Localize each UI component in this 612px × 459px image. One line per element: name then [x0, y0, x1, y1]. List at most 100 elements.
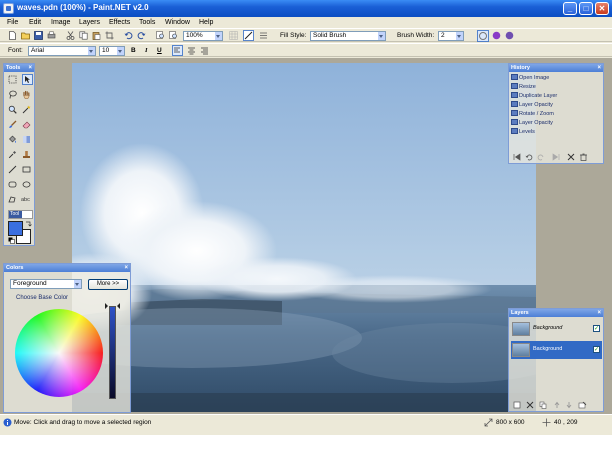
eraser-icon[interactable] [22, 120, 31, 129]
zoom-select[interactable]: 100% [183, 31, 223, 41]
line-style-icon[interactable] [259, 31, 268, 40]
tools-panel-header[interactable]: Tools × [4, 64, 34, 72]
history-item[interactable]: Layer Opacity [511, 101, 599, 110]
rectangle-tool-icon[interactable] [22, 165, 31, 174]
layer-visibility-checkbox[interactable]: ✓ [593, 346, 600, 353]
colors-panel-header[interactable]: Colors × [4, 264, 130, 272]
lasso-icon[interactable] [8, 90, 17, 99]
close-icon[interactable]: × [597, 309, 601, 317]
value-slider[interactable] [109, 306, 116, 399]
line-tool-icon[interactable] [8, 165, 17, 174]
more-colors-button[interactable]: More >> [88, 279, 128, 290]
clone-stamp-icon[interactable] [22, 150, 31, 159]
image-canvas[interactable] [72, 63, 536, 412]
close-icon[interactable]: × [597, 64, 601, 72]
layer-visibility-checkbox[interactable]: ✓ [593, 325, 600, 332]
undo-icon[interactable] [124, 31, 133, 40]
maximize-button[interactable]: □ [579, 2, 593, 15]
move-layer-up-icon[interactable] [554, 401, 560, 409]
font-size-select[interactable]: 10 [99, 46, 125, 56]
history-item[interactable]: Resize [511, 83, 599, 92]
brush-width-select[interactable]: 2 [438, 31, 464, 41]
close-icon[interactable]: × [124, 264, 128, 272]
swap-colors-icon[interactable] [25, 221, 33, 228]
history-item[interactable]: Levels [511, 128, 599, 137]
trash-icon[interactable] [580, 153, 587, 161]
text-tool-button[interactable]: abc [21, 196, 33, 205]
layer-row[interactable]: Background ✓ [511, 320, 602, 338]
reset-colors-icon[interactable] [8, 237, 15, 244]
italic-button[interactable]: I [145, 46, 148, 56]
gradient-icon[interactable] [22, 135, 31, 144]
menu-layers[interactable]: Layers [79, 17, 100, 28]
grid-icon[interactable] [229, 31, 238, 40]
copy-icon[interactable] [79, 31, 88, 40]
magnifier-icon[interactable] [8, 105, 17, 114]
menu-effects[interactable]: Effects [109, 17, 130, 28]
zoom-out-icon[interactable] [169, 31, 178, 40]
color-wheel[interactable] [15, 309, 103, 397]
new-file-icon[interactable] [8, 31, 17, 40]
fast-forward-icon[interactable] [552, 153, 560, 161]
rewind-icon[interactable] [513, 153, 521, 161]
slider-handle-icon[interactable] [105, 303, 120, 309]
primary-color-swatch[interactable] [8, 221, 23, 236]
menu-window[interactable]: Window [165, 17, 190, 28]
layer-row-selected[interactable]: Background ✓ [511, 341, 602, 359]
minimize-button[interactable]: _ [563, 2, 577, 15]
pan-hand-icon[interactable] [22, 90, 31, 99]
bold-button[interactable]: B [131, 46, 136, 56]
pencil-tool-icon[interactable] [243, 30, 254, 41]
underline-button[interactable]: U [157, 46, 162, 56]
cut-icon[interactable] [66, 31, 75, 40]
align-center-icon[interactable] [187, 46, 196, 55]
align-left-icon[interactable] [172, 45, 183, 56]
layers-panel-header[interactable]: Layers × [509, 309, 603, 317]
menu-image[interactable]: Image [51, 17, 70, 28]
rectangle-select-icon[interactable] [8, 75, 17, 84]
delete-icon[interactable] [567, 153, 575, 161]
title-bar[interactable]: waves.pdn (100%) - Paint.NET v2.0 _ □ ✕ [0, 0, 612, 17]
history-panel-header[interactable]: History × [509, 64, 603, 72]
history-item[interactable]: Duplicate Layer [511, 92, 599, 101]
freeform-shape-icon[interactable] [8, 195, 17, 204]
undo-step-icon[interactable] [525, 154, 533, 161]
paintbrush-icon[interactable] [8, 120, 17, 129]
close-icon[interactable]: × [28, 64, 32, 72]
ellipse-tool-icon[interactable] [22, 180, 31, 189]
font-select[interactable]: Arial [28, 46, 96, 56]
menu-tools[interactable]: Tools [139, 17, 155, 28]
redo-step-icon[interactable] [537, 154, 544, 161]
history-item[interactable]: Layer Opacity [511, 119, 599, 128]
close-button[interactable]: ✕ [595, 2, 609, 15]
paint-bucket-icon[interactable] [8, 135, 17, 144]
crop-icon[interactable] [105, 31, 114, 40]
fill-style-select[interactable]: Solid Brush [310, 31, 386, 41]
align-right-icon[interactable] [200, 46, 209, 55]
rounded-rectangle-icon[interactable] [8, 180, 17, 189]
layer-properties-icon[interactable] [578, 401, 587, 409]
move-layer-down-icon[interactable] [566, 402, 572, 409]
redo-icon[interactable] [137, 31, 146, 40]
magic-wand-icon[interactable] [22, 105, 31, 114]
add-layer-icon[interactable] [513, 401, 521, 409]
open-folder-icon[interactable] [21, 31, 30, 40]
overwrite-blend-icon[interactable] [505, 31, 514, 40]
print-icon[interactable] [47, 31, 56, 40]
layer-name: Background [533, 346, 563, 352]
save-icon[interactable] [34, 31, 43, 40]
paste-icon[interactable] [92, 31, 101, 40]
duplicate-layer-icon[interactable] [539, 401, 547, 409]
menu-file[interactable]: File [7, 17, 18, 28]
delete-layer-icon[interactable] [526, 401, 534, 409]
color-mode-select[interactable]: Foreground [10, 279, 82, 289]
history-item[interactable]: Open Image [511, 74, 599, 83]
antialiasing-icon[interactable] [477, 30, 489, 42]
zoom-in-icon[interactable] [156, 31, 165, 40]
menu-edit[interactable]: Edit [29, 17, 41, 28]
menu-help[interactable]: Help [199, 17, 213, 28]
alpha-blending-icon[interactable] [492, 31, 501, 40]
color-picker-icon[interactable] [8, 150, 17, 159]
history-item[interactable]: Rotate / Zoom [511, 110, 599, 119]
move-tool-icon[interactable] [22, 74, 33, 85]
